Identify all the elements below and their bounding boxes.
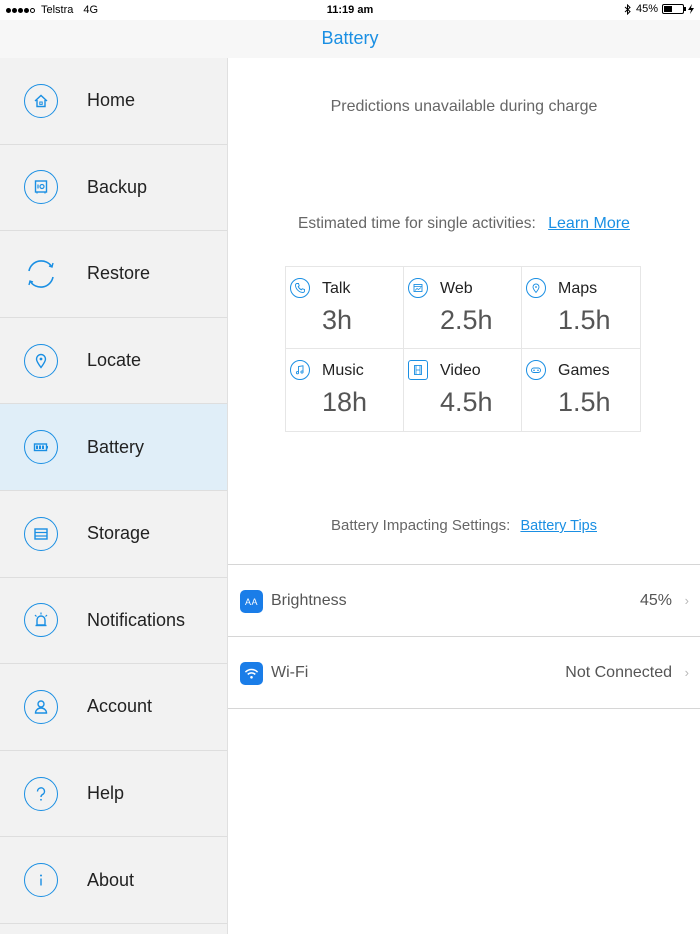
activity-cell-maps: Maps 1.5h — [522, 267, 640, 349]
sidebar-item-label: Help — [87, 783, 125, 804]
activity-grid: Talk 3h Web 2.5h Maps 1.5h Music 18h Vid… — [285, 266, 641, 432]
activity-name: Video — [440, 362, 481, 379]
music-note-icon — [290, 360, 310, 380]
map-pin-icon — [526, 278, 546, 298]
predictions-message: Predictions unavailable during charge — [330, 98, 598, 115]
sidebar-item-label: About — [87, 869, 135, 890]
sidebar-item-label: Storage — [87, 523, 151, 544]
sidebar-item-label: Home — [87, 90, 136, 111]
storage-icon — [24, 516, 58, 551]
brightness-icon-text: AA — [244, 596, 258, 607]
activity-value: 3h — [322, 305, 353, 335]
sidebar-item-label: Battery — [87, 436, 145, 457]
activity-value: 2.5h — [440, 305, 493, 335]
setting-row-wifi[interactable]: Wi-Fi Not Connected › — [228, 637, 700, 709]
alarm-icon — [24, 603, 58, 638]
activity-cell-video: Video 4.5h — [404, 349, 522, 431]
activity-value: 1.5h — [558, 387, 611, 417]
sidebar-item-locate[interactable]: Locate — [0, 318, 227, 405]
sidebar-item-battery[interactable]: Battery — [0, 404, 227, 491]
home-icon — [24, 83, 58, 118]
learn-more-link[interactable]: Learn More — [548, 215, 630, 232]
person-icon — [24, 689, 58, 724]
activity-cell-games: Games 1.5h — [522, 349, 640, 431]
battery-percent: 45% — [635, 3, 658, 15]
activity-cell-music: Music 18h — [286, 349, 404, 431]
restore-icon — [24, 257, 58, 291]
activity-value: 18h — [322, 387, 368, 417]
sidebar-item-label: Notifications — [87, 609, 186, 630]
status-bar: Telstra 4G 11:19 am 45% — [0, 0, 700, 20]
page-title: Battery — [321, 28, 379, 48]
setting-value: Not Connected — [565, 664, 672, 681]
sidebar-item-notifications[interactable]: Notifications — [0, 578, 227, 665]
estimated-time-label: Estimated time for single activities: — [298, 215, 536, 232]
sidebar-item-label: Restore — [87, 263, 151, 284]
sidebar: Home Backup Restore Locate Battery Stora… — [0, 58, 228, 934]
activity-name: Web — [440, 280, 473, 297]
nav-bar: Battery — [0, 20, 700, 58]
info-icon — [24, 863, 58, 898]
safe-icon — [24, 170, 58, 205]
activity-name: Maps — [558, 280, 598, 297]
status-battery-icon — [662, 4, 686, 14]
sidebar-item-label: Backup — [87, 176, 148, 197]
settings-list: AA Brightness 45% › Wi-Fi Not Connected … — [228, 564, 700, 709]
film-icon — [408, 360, 428, 380]
activity-value: 1.5h — [558, 305, 611, 335]
setting-value: 45% — [639, 592, 672, 609]
activity-name: Games — [558, 362, 610, 379]
charging-bolt-icon — [688, 4, 694, 14]
battery-tips-link[interactable]: Battery Tips — [520, 518, 597, 534]
setting-label: Wi-Fi — [271, 664, 309, 681]
web-icon — [408, 278, 428, 298]
activity-value: 4.5h — [440, 387, 493, 417]
activity-name: Music — [322, 362, 364, 379]
status-time: 11:19 am — [326, 4, 374, 16]
activity-cell-talk: Talk 3h — [286, 267, 404, 349]
question-icon — [24, 776, 58, 811]
setting-label: Brightness — [271, 592, 347, 609]
bluetooth-icon — [624, 3, 631, 15]
battery-impacting-label: Battery Impacting Settings: — [331, 517, 511, 534]
status-right: 45% — [624, 3, 694, 15]
gamepad-icon — [526, 360, 546, 380]
setting-row-brightness[interactable]: AA Brightness 45% › — [228, 565, 700, 637]
sidebar-item-about[interactable]: About — [0, 837, 227, 924]
sidebar-item-account[interactable]: Account — [0, 664, 227, 751]
location-pin-icon — [24, 343, 58, 378]
wifi-icon — [240, 662, 263, 685]
sidebar-item-restore[interactable]: Restore — [0, 231, 227, 318]
activity-cell-web: Web 2.5h — [404, 267, 522, 349]
sidebar-item-label: Locate — [87, 350, 142, 371]
battery-impacting-heading: Battery Impacting Settings: Battery Tips — [228, 517, 700, 534]
sidebar-item-backup[interactable]: Backup — [0, 145, 227, 232]
phone-icon — [290, 278, 310, 298]
sidebar-item-label: Account — [87, 696, 153, 717]
chevron-right-icon: › — [684, 665, 689, 680]
sidebar-item-home[interactable]: Home — [0, 58, 227, 145]
brightness-icon: AA — [240, 590, 263, 613]
estimated-time-heading: Estimated time for single activities: Le… — [228, 215, 700, 233]
chevron-right-icon: › — [684, 593, 689, 608]
activity-name: Talk — [322, 280, 351, 297]
sidebar-item-help[interactable]: Help — [0, 751, 227, 838]
main-content: Predictions unavailable during charge Es… — [228, 58, 700, 934]
sidebar-item-storage[interactable]: Storage — [0, 491, 227, 578]
battery-icon — [24, 430, 58, 465]
